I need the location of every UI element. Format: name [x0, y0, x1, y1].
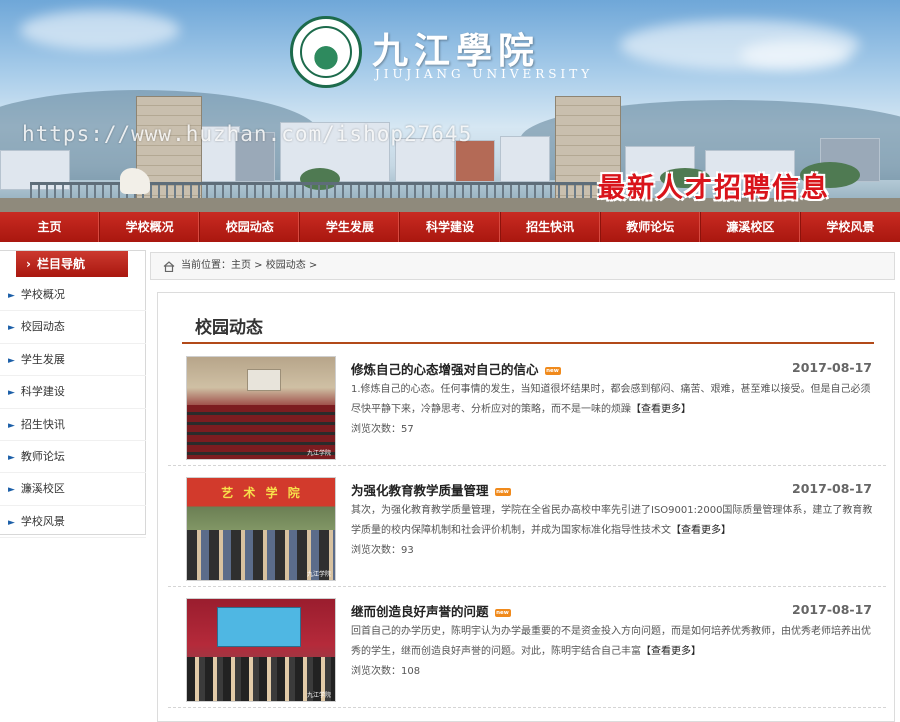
nav-item-school-overview[interactable]: 学校概况 [100, 212, 201, 242]
news-item: 艺 术 学 院九江学院 为强化教育教学质量管理 new 2017-08-17 其次… [168, 467, 886, 587]
chevron-right-icon: ► [8, 355, 15, 366]
nav-item-campus-news[interactable]: 校园动态 [200, 212, 301, 242]
news-item: 九江学院 修炼自己的心态增强对自己的信心 new 2017-08-17 1.修炼自… [168, 346, 886, 466]
sidebar-heading: › 栏目导航 [16, 251, 128, 277]
nav-item-scenery[interactable]: 学校风景 [801, 212, 900, 242]
news-thumbnail[interactable]: 九江学院 [186, 598, 336, 702]
breadcrumb: 当前位置：主页 > 校园动态 > [150, 252, 895, 280]
arrow-right-icon: › [26, 257, 31, 271]
news-item: 九江学院 继而创造良好声誉的问题 new 2017-08-17 回首自己的办学历史… [168, 588, 886, 708]
sidebar-item-student-development[interactable]: ► 学生发展 [0, 344, 146, 377]
view-count: 浏览次数：57 [351, 424, 414, 435]
news-title-link[interactable]: 继而创造良好声誉的问题 new [351, 601, 511, 620]
read-more-link[interactable]: 【查看更多】 [671, 525, 731, 536]
chevron-right-icon: ► [8, 323, 15, 334]
view-count: 浏览次数：108 [351, 666, 421, 677]
home-icon[interactable] [163, 260, 175, 272]
news-thumbnail[interactable]: 九江学院 [186, 356, 336, 460]
chevron-right-icon: ► [8, 517, 15, 528]
nav-item-teacher-forum[interactable]: 教师论坛 [601, 212, 701, 242]
news-summary: 其次，为强化教育教学质量管理，学院在全省民办高校中率先引进了ISO9001:20… [351, 505, 873, 536]
nav-item-student-development[interactable]: 学生发展 [300, 212, 401, 242]
sidebar-item-science[interactable]: ► 科学建设 [0, 376, 146, 409]
chevron-right-icon: ► [8, 420, 15, 431]
nav-item-science[interactable]: 科学建设 [400, 212, 501, 242]
nav-item-home[interactable]: 主页 [0, 212, 101, 242]
new-badge-icon: new [494, 487, 511, 496]
sidebar-item-campus-news[interactable]: ► 校园动态 [0, 311, 146, 344]
chevron-right-icon: ► [8, 388, 15, 399]
view-count: 浏览次数：93 [351, 545, 414, 556]
header-banner: 九江學院 JIUJIANG UNIVERSITY https://www.huz… [0, 0, 900, 212]
news-title-link[interactable]: 为强化教育教学质量管理 new [351, 480, 511, 499]
news-summary: 1.修炼自己的心态。任何事情的发生，当知道很坏结果时，都会感到郁闷、痛苦、艰难，… [351, 384, 871, 415]
sidebar-list: ► 学校概况 ► 校园动态 ► 学生发展 ► 科学建设 ► 招生快讯 ► 教师论坛 ► 濂溪校… [0, 279, 146, 539]
recruitment-banner-link[interactable]: 最新人才招聘信息 [598, 166, 830, 205]
breadcrumb-text[interactable]: 当前位置：主页 > 校园动态 > [181, 253, 317, 279]
logo-english-name: JIUJIANG UNIVERSITY [375, 67, 594, 81]
watermark-url: https://www.huzhan.com/ishop27645 [22, 122, 473, 146]
sidebar-item-lianxi-campus[interactable]: ► 濂溪校区 [0, 473, 146, 506]
sidebar: › 栏目导航 ► 学校概况 ► 校园动态 ► 学生发展 ► 科学建设 ► 招生快讯 ► 教师论… [0, 250, 146, 539]
new-badge-icon: new [544, 366, 561, 375]
news-date: 2017-08-17 [792, 481, 872, 496]
chevron-right-icon: ► [8, 485, 15, 496]
news-title-link[interactable]: 修炼自己的心态增强对自己的信心 new [351, 359, 561, 378]
title-divider [182, 342, 874, 344]
university-seal-logo[interactable] [290, 16, 362, 88]
read-more-link[interactable]: 【查看更多】 [641, 646, 701, 657]
news-date: 2017-08-17 [792, 602, 872, 617]
read-more-link[interactable]: 【查看更多】 [631, 404, 691, 415]
page-title: 校园动态 [195, 318, 263, 338]
sidebar-item-admissions[interactable]: ► 招生快讯 [0, 409, 146, 441]
new-badge-icon: new [494, 608, 511, 617]
nav-item-admissions[interactable]: 招生快讯 [501, 212, 601, 242]
nav-item-lianxi-campus[interactable]: 濂溪校区 [701, 212, 801, 242]
sidebar-item-scenery[interactable]: ► 学校风景 [0, 506, 146, 539]
news-summary: 回首自己的办学历史，陈明宇认为办学最重要的不是资金投入方向问题，而是如何培养优秀… [351, 626, 871, 657]
chevron-right-icon: ► [8, 452, 15, 463]
main-nav: 主页 学校概况 校园动态 学生发展 科学建设 招生快讯 教师论坛 濂溪校区 学校… [0, 212, 900, 242]
sidebar-item-school-overview[interactable]: ► 学校概况 [0, 279, 146, 312]
chevron-right-icon: ► [8, 291, 15, 301]
news-date: 2017-08-17 [792, 360, 872, 375]
news-panel: 校园动态 九江学院 修炼自己的心态增强对自己的信心 new 2017-08-17 … [157, 292, 895, 722]
news-thumbnail[interactable]: 艺 术 学 院九江学院 [186, 477, 336, 581]
sidebar-item-teacher-forum[interactable]: ► 教师论坛 [0, 441, 146, 474]
